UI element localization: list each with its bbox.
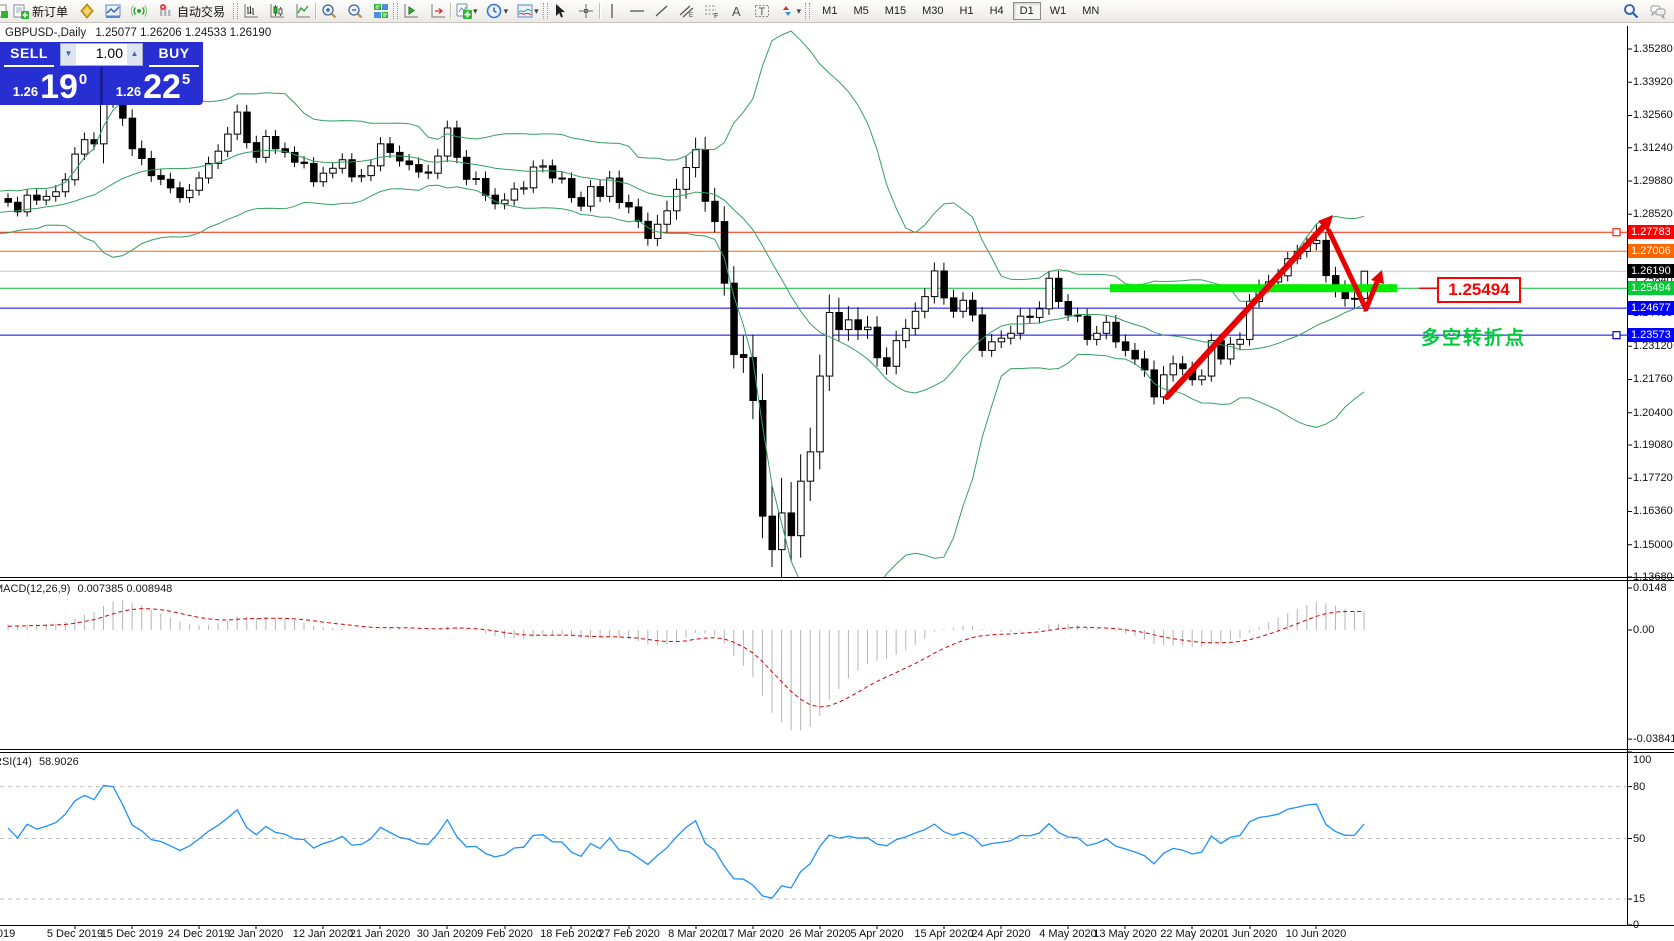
volume-spinner: ▼ 1.00 ▲ [60, 43, 143, 66]
timeframe-button-m1[interactable]: M1 [815, 2, 844, 20]
toolbar-separator [599, 3, 600, 19]
text-label-tool-icon[interactable]: T [754, 3, 771, 20]
ask-price[interactable]: 1.26 22 5 [103, 67, 203, 105]
chat-icon[interactable] [1649, 3, 1666, 20]
zoom-in-icon[interactable] [320, 3, 337, 20]
timeframe-button-h1[interactable]: H1 [953, 2, 981, 20]
text-tool-icon[interactable]: A [729, 3, 746, 20]
bar-chart-type-icon[interactable] [242, 3, 259, 20]
add-indicator-caret[interactable]: ▾ [473, 6, 478, 17]
trend-arrow[interactable] [1329, 231, 1377, 309]
new-order-label: 新订单 [32, 3, 68, 20]
ask-price-big: 22 [143, 72, 181, 102]
bid-price-big: 19 [40, 72, 78, 102]
chart-frame [0, 23, 1674, 930]
svg-text:A: A [732, 4, 741, 19]
sell-button[interactable]: SELL [0, 42, 58, 67]
timeframe-button-h4[interactable]: H4 [983, 2, 1011, 20]
toolbar-grip[interactable] [393, 3, 398, 19]
timeframe-button-m30[interactable]: M30 [915, 2, 950, 20]
svg-text:E: E [689, 13, 693, 19]
signal-icon[interactable] [130, 3, 147, 20]
autotrade-button[interactable]: 自动交易 [153, 1, 229, 21]
volume-up-button[interactable]: ▲ [127, 44, 142, 65]
chart-profile-icon[interactable] [104, 3, 121, 20]
timeframe-button-m15[interactable]: M15 [878, 2, 913, 20]
chart-plot[interactable] [0, 0, 1674, 941]
bid-price-prefix: 1.26 [13, 84, 38, 99]
bid-price-pip: 0 [79, 71, 87, 88]
toolbar-grip[interactable] [543, 3, 548, 19]
trendline-tool-icon[interactable] [654, 3, 671, 20]
new-chart-icon[interactable] [402, 3, 419, 20]
toolbar-separator [450, 3, 451, 19]
vertical-line-tool-icon[interactable] [604, 3, 621, 20]
ask-price-pip: 5 [182, 71, 190, 88]
chart-shift-icon[interactable] [429, 3, 446, 20]
timeframe-button-mn[interactable]: MN [1075, 2, 1106, 20]
timeframe-button-d1[interactable]: D1 [1013, 2, 1041, 20]
autotrade-icon [157, 3, 174, 20]
toolbar-grip[interactable] [233, 3, 238, 19]
timeframe-button-w1[interactable]: W1 [1043, 2, 1074, 20]
horizontal-line-tool-icon[interactable] [629, 3, 646, 20]
new-order-icon [12, 3, 29, 20]
channel-tool-icon[interactable]: E [679, 3, 696, 20]
timeframes-caret[interactable]: ▾ [504, 6, 509, 17]
svg-text:T: T [759, 6, 766, 18]
favorites-icon[interactable] [78, 3, 95, 20]
timeframe-button-m5[interactable]: M5 [846, 2, 875, 20]
new-order-button[interactable]: 新订单 [8, 1, 72, 21]
svg-text:F: F [714, 13, 718, 19]
timeframe-toolbar: M1M5M15M30H1H4D1W1MN [814, 2, 1107, 20]
line-chart-type-icon[interactable] [294, 3, 311, 20]
level-lines [0, 232, 1627, 335]
ask-price-prefix: 1.26 [116, 84, 141, 99]
fibonacci-tool-icon[interactable]: F [704, 3, 721, 20]
timeframes-clock-icon[interactable] [486, 3, 503, 20]
template-caret[interactable]: ▾ [534, 6, 539, 17]
buy-button[interactable]: BUY [145, 42, 203, 67]
cursor-icon[interactable] [552, 3, 569, 20]
one-click-trading-panel: SELL ▼ 1.00 ▲ BUY 1.26 19 0 1.26 22 5 [0, 42, 203, 105]
bollinger-bands [0, 31, 1364, 601]
volume-input[interactable]: 1.00 [76, 44, 127, 65]
candlestick-chart-type-icon[interactable] [268, 3, 285, 20]
clipped-icon [0, 3, 8, 20]
tile-windows-icon[interactable] [372, 3, 389, 20]
template-icon[interactable] [516, 3, 533, 20]
crosshair-icon[interactable] [578, 3, 595, 20]
arrows-tool-icon[interactable] [779, 3, 796, 20]
zoom-out-icon[interactable] [346, 3, 363, 20]
mt4-window: 新订单 自动交易 ▾ ▾ ▾ E F A [0, 0, 1674, 941]
bid-price[interactable]: 1.26 19 0 [0, 67, 100, 105]
toolbar: 新订单 自动交易 ▾ ▾ ▾ E F A [0, 0, 1674, 23]
search-icon[interactable] [1622, 3, 1639, 20]
rsi-indicator [0, 786, 1627, 900]
toolbar-grip[interactable] [805, 3, 810, 19]
toolbar-separator [315, 3, 316, 19]
arrows-tool-caret[interactable]: ▾ [797, 6, 802, 17]
drawing-objects [1110, 215, 1620, 397]
add-indicator-icon[interactable] [455, 3, 472, 20]
macd-indicator [8, 600, 1364, 730]
volume-down-button[interactable]: ▼ [61, 44, 76, 65]
candles [5, 78, 1368, 578]
autotrade-label: 自动交易 [177, 3, 225, 20]
